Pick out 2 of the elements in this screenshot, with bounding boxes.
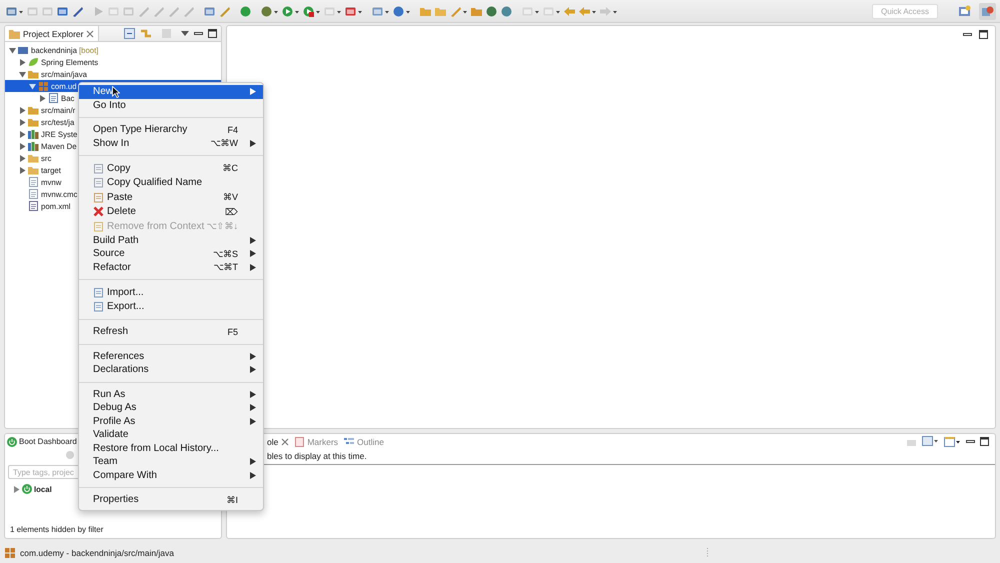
status-text: com.udemy - backendninja/src/main/java [20, 548, 174, 558]
filter-note: 1 elements hidden by filter [10, 525, 104, 534]
